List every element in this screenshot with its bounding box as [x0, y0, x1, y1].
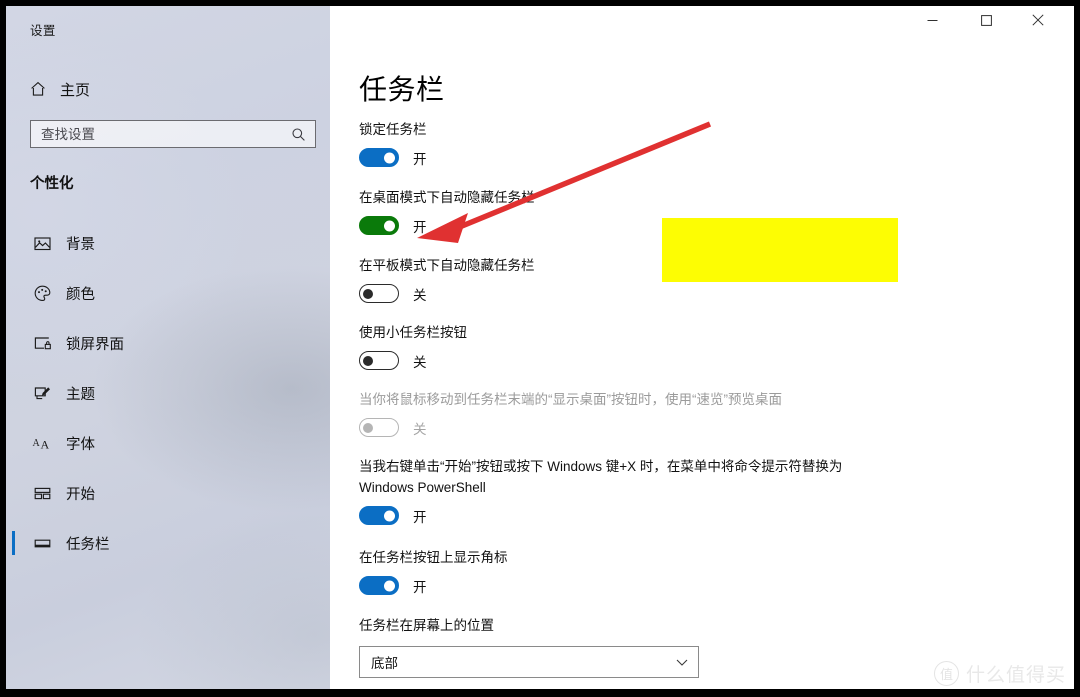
font-aa-icon: A A: [20, 434, 64, 453]
toggle-powershell-replace[interactable]: [359, 506, 399, 526]
toggle-knob: [384, 152, 395, 164]
toggle-autohide-tablet[interactable]: [359, 284, 399, 304]
setting-label: 当我右键单击“开始”按钮或按下 Windows 键+X 时，在菜单中将命令提示符…: [359, 459, 843, 495]
toggle-small-buttons[interactable]: [359, 351, 399, 371]
sidebar-category-heading: 个性化: [30, 176, 74, 192]
watermark-badge: 值: [933, 661, 959, 686]
sidebar-item-label: 颜色: [66, 286, 95, 303]
toggle-state-label: 开: [413, 579, 427, 595]
theme-brush-icon: [20, 384, 64, 403]
highlight-annotation: [662, 218, 898, 282]
setting-small-buttons: 使用小任务栏按钮 关: [359, 323, 467, 371]
svg-text:A: A: [32, 438, 40, 449]
toggle-row: 开: [359, 216, 535, 236]
toggle-knob: [363, 422, 373, 433]
toggle-state-label: 关: [413, 421, 427, 437]
start-tiles-icon: [20, 484, 64, 503]
maximize-icon: [980, 13, 992, 31]
setting-show-badges: 在任务栏按钮上显示角标 开: [359, 548, 508, 596]
setting-label: 在平板模式下自动隐藏任务栏: [359, 258, 535, 273]
selection-accent-bar: [12, 531, 15, 555]
sidebar-item-lock-screen[interactable]: 锁屏界面: [6, 318, 330, 368]
setting-autohide-desktop: 在桌面模式下自动隐藏任务栏 开: [359, 188, 535, 236]
toggle-row: 开: [359, 148, 427, 168]
sidebar-item-label: 背景: [66, 236, 95, 253]
sidebar-item-start[interactable]: 开始: [6, 468, 330, 518]
toggle-state-label: 关: [413, 287, 427, 303]
svg-text:A: A: [40, 437, 49, 451]
setting-label: 当你将鼠标移动到任务栏末端的“显示桌面”按钮时，使用“速览”预览桌面: [359, 392, 782, 407]
dropdown-value: 底部: [371, 655, 398, 671]
taskbar-icon: [20, 534, 64, 553]
setting-lock-taskbar: 锁定任务栏 开: [359, 120, 427, 168]
close-icon: [1032, 13, 1044, 31]
sidebar-item-label: 开始: [66, 486, 95, 503]
sidebar-item-label: 主题: [66, 386, 95, 403]
sidebar-item-label: 锁屏界面: [66, 336, 124, 353]
palette-icon: [20, 284, 64, 303]
setting-peek-preview: 当你将鼠标移动到任务栏末端的“显示桌面”按钮时，使用“速览”预览桌面 关: [359, 390, 782, 438]
toggle-peek-preview: [359, 418, 399, 438]
sidebar-item-fonts[interactable]: A A 字体: [6, 418, 330, 468]
sidebar-home-label: 主页: [60, 81, 91, 99]
setting-taskbar-location: 任务栏在屏幕上的位置 底部: [359, 616, 699, 678]
search-input[interactable]: [31, 126, 285, 142]
sidebar-item-colors[interactable]: 颜色: [6, 268, 330, 318]
maximize-button[interactable]: [963, 6, 1009, 38]
sidebar-item-label: 任务栏: [66, 536, 110, 553]
toggle-autohide-desktop[interactable]: [359, 216, 399, 236]
toggle-state-label: 开: [413, 219, 427, 235]
toggle-state-label: 关: [413, 354, 427, 370]
search-box[interactable]: [30, 120, 316, 148]
app-title: 设置: [30, 24, 56, 38]
toggle-knob: [384, 220, 395, 232]
page-title: 任务栏: [359, 74, 445, 105]
toggle-state-label: 开: [413, 509, 427, 525]
search-icon[interactable]: [285, 127, 315, 142]
setting-autohide-tablet: 在平板模式下自动隐藏任务栏 关: [359, 256, 535, 304]
toggle-knob: [363, 288, 373, 299]
sidebar-item-taskbar[interactable]: 任务栏: [6, 518, 330, 568]
main-content: 任务栏 锁定任务栏 开 在桌面模式下自动隐藏任务栏 开 在平板模式下自动隐藏任务…: [330, 38, 1074, 689]
toggle-row: 开: [359, 576, 508, 596]
toggle-knob: [384, 580, 395, 592]
setting-label: 在桌面模式下自动隐藏任务栏: [359, 190, 535, 205]
close-button[interactable]: [1015, 6, 1061, 38]
chevron-down-icon: [666, 655, 698, 669]
setting-label: 使用小任务栏按钮: [359, 325, 467, 340]
minimize-icon: [927, 13, 938, 31]
setting-label: 在任务栏按钮上显示角标: [359, 550, 508, 565]
toggle-row: 关: [359, 351, 467, 371]
setting-label: 任务栏在屏幕上的位置: [359, 618, 494, 633]
sidebar-item-themes[interactable]: 主题: [6, 368, 330, 418]
image-icon: [20, 234, 64, 253]
minimize-button[interactable]: [909, 6, 955, 38]
sidebar-item-home[interactable]: 主页: [20, 74, 320, 104]
setting-label: 锁定任务栏: [359, 122, 427, 137]
toggle-row: 开: [359, 506, 859, 526]
toggle-row: 关: [359, 418, 782, 438]
lock-screen-icon: [20, 334, 64, 353]
settings-window: 设置 主页 个性化: [6, 6, 1074, 689]
toggle-knob: [384, 510, 395, 522]
toggle-row: 关: [359, 284, 535, 304]
sidebar: 设置 主页 个性化: [6, 6, 330, 689]
sidebar-item-background[interactable]: 背景: [6, 218, 330, 268]
watermark: 值 什么值得买: [933, 660, 1066, 687]
sidebar-nav-list: 背景 颜色 锁屏界面 主题 A A 字体 开始 任务栏: [6, 218, 330, 568]
toggle-lock-taskbar[interactable]: [359, 148, 399, 168]
watermark-text: 什么值得买: [965, 665, 1066, 686]
toggle-show-badges[interactable]: [359, 576, 399, 596]
toggle-state-label: 开: [413, 151, 427, 167]
home-icon: [20, 80, 56, 98]
sidebar-item-label: 字体: [66, 436, 95, 453]
title-bar: [330, 6, 1074, 38]
toggle-knob: [363, 355, 373, 366]
setting-powershell-replace: 当我右键单击“开始”按钮或按下 Windows 键+X 时，在菜单中将命令提示符…: [359, 457, 859, 526]
taskbar-location-dropdown[interactable]: 底部: [359, 645, 699, 678]
